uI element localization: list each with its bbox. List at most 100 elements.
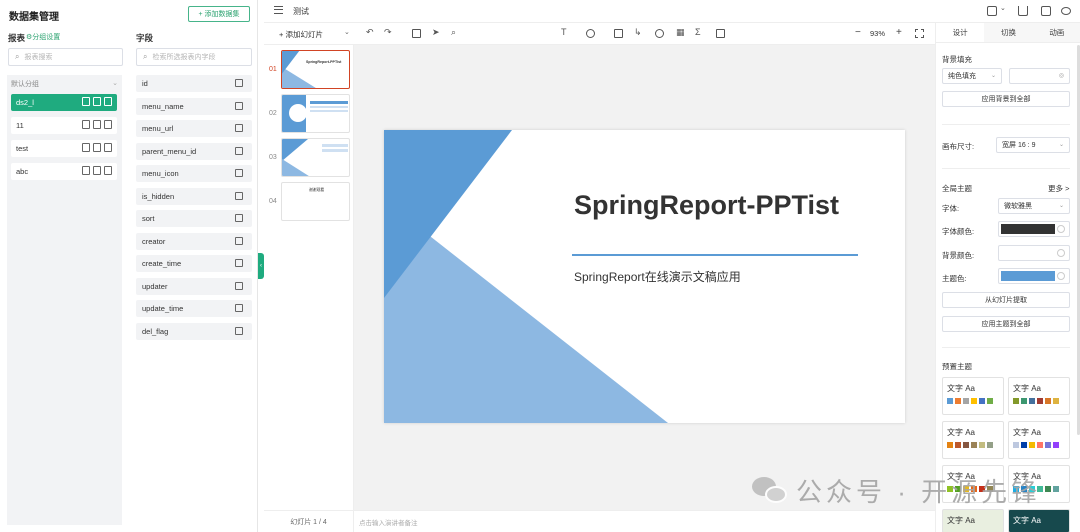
field-item[interactable]: del_flag bbox=[136, 322, 252, 340]
report-item[interactable]: 11 bbox=[11, 117, 117, 134]
formula-icon[interactable]: Σ bbox=[695, 27, 701, 37]
delete-icon[interactable] bbox=[104, 97, 112, 106]
tab-animation[interactable]: 动画 bbox=[1033, 23, 1080, 42]
edit-icon[interactable] bbox=[93, 143, 101, 152]
copy-icon[interactable] bbox=[235, 79, 243, 87]
preset-theme-card[interactable]: 文字 Aa bbox=[1008, 509, 1070, 532]
copy-icon[interactable] bbox=[235, 169, 243, 177]
text-icon[interactable]: T bbox=[561, 27, 567, 37]
report-item[interactable]: ds2_l bbox=[11, 94, 117, 111]
field-item[interactable]: id bbox=[136, 75, 252, 92]
extract-theme-button[interactable]: 从幻灯片提取 bbox=[942, 292, 1070, 308]
zoom-out-button[interactable]: − bbox=[855, 27, 861, 38]
preset-theme-card[interactable]: 文字 Aa bbox=[1008, 377, 1070, 415]
slide-subtitle[interactable]: SpringReport在线演示文稿应用 bbox=[574, 268, 741, 285]
copy-icon[interactable] bbox=[82, 166, 90, 175]
shape-icon[interactable] bbox=[586, 29, 595, 38]
more-themes-link[interactable]: 更多 > bbox=[1048, 183, 1069, 194]
field-item[interactable]: update_time bbox=[136, 300, 252, 317]
chart-icon[interactable] bbox=[655, 29, 664, 38]
delete-icon[interactable] bbox=[104, 166, 112, 175]
slide-thumbnail[interactable]: SpringReport-PPTist bbox=[281, 50, 350, 89]
slide-canvas[interactable]: SpringReport-PPTist SpringReport在线演示文稿应用 bbox=[384, 130, 905, 423]
download-icon[interactable] bbox=[1018, 6, 1028, 16]
comment-icon[interactable] bbox=[412, 29, 421, 38]
edit-icon[interactable] bbox=[93, 166, 101, 175]
field-search-input[interactable]: ⌕ 检索所选报表内字段 bbox=[136, 48, 252, 66]
copy-icon[interactable] bbox=[82, 143, 90, 152]
select-icon[interactable]: ➤ bbox=[432, 27, 440, 38]
chevron-down-icon[interactable]: ⌄ bbox=[1000, 4, 1006, 12]
save-icon[interactable] bbox=[1041, 6, 1051, 16]
redo-icon[interactable]: ↷ bbox=[384, 27, 392, 38]
tab-transition[interactable]: 切换 bbox=[984, 23, 1032, 42]
copy-icon[interactable] bbox=[235, 259, 243, 267]
apply-theme-all-button[interactable]: 应用主题到全部 bbox=[942, 316, 1070, 332]
zoom-in-button[interactable]: + bbox=[896, 27, 902, 38]
preview-icon[interactable] bbox=[1061, 7, 1071, 15]
preset-theme-card[interactable]: 文字 Aa bbox=[942, 377, 1004, 415]
copy-icon[interactable] bbox=[235, 146, 243, 155]
bg-color-swatch[interactable] bbox=[998, 245, 1070, 261]
copy-icon[interactable] bbox=[235, 236, 243, 245]
add-dataset-button[interactable]: + 添加数据集 bbox=[188, 6, 250, 22]
chevron-down-icon[interactable]: ⌄ bbox=[112, 79, 118, 87]
field-item[interactable]: sort bbox=[136, 210, 252, 227]
preset-theme-card[interactable]: 文字 Aa bbox=[942, 509, 1004, 532]
tab-design[interactable]: 设计 bbox=[936, 23, 985, 42]
edit-icon[interactable] bbox=[93, 97, 101, 106]
media-icon[interactable] bbox=[716, 29, 725, 38]
field-item[interactable]: menu_url bbox=[136, 120, 252, 137]
speaker-notes-input[interactable]: 点击输入演讲者备注 bbox=[354, 510, 935, 532]
apply-bg-all-button[interactable]: 应用背景到全部 bbox=[942, 91, 1070, 107]
font-select[interactable]: 微软雅黑 ⌄ bbox=[998, 198, 1070, 214]
copy-icon[interactable] bbox=[235, 191, 243, 200]
slide-thumbnail[interactable] bbox=[281, 138, 350, 177]
fit-screen-icon[interactable] bbox=[915, 29, 924, 38]
fill-type-select[interactable]: 纯色填充 ⌄ bbox=[942, 68, 1002, 84]
copy-icon[interactable] bbox=[82, 97, 90, 106]
undo-icon[interactable]: ↶ bbox=[366, 27, 374, 38]
chevron-down-icon[interactable]: ⌄ bbox=[344, 28, 350, 36]
copy-icon[interactable] bbox=[235, 326, 243, 335]
copy-icon[interactable] bbox=[235, 281, 243, 290]
field-item[interactable]: parent_menu_id bbox=[136, 142, 252, 160]
menu-icon[interactable] bbox=[274, 6, 283, 14]
canvas-size-select[interactable]: 宽屏 16 : 9 ⌄ bbox=[996, 137, 1070, 153]
field-item[interactable]: menu_icon bbox=[136, 165, 252, 182]
line-icon[interactable]: ↳ bbox=[634, 27, 642, 38]
field-item[interactable]: creator bbox=[136, 232, 252, 250]
copy-icon[interactable] bbox=[235, 304, 243, 312]
field-item[interactable]: create_time bbox=[136, 255, 252, 272]
search-icon[interactable]: ⌕ bbox=[451, 27, 456, 38]
preset-theme-card[interactable]: 文字 Aa bbox=[1008, 421, 1070, 459]
delete-icon[interactable] bbox=[104, 120, 112, 129]
delete-icon[interactable] bbox=[104, 143, 112, 152]
copy-icon[interactable] bbox=[235, 214, 243, 222]
document-title[interactable]: 测试 bbox=[293, 6, 309, 17]
report-search-input[interactable]: ⌕ 报表搜索 bbox=[8, 48, 123, 66]
theme-color-picker[interactable] bbox=[998, 268, 1070, 284]
copy-icon[interactable] bbox=[82, 120, 90, 129]
field-item[interactable]: menu_name bbox=[136, 97, 252, 115]
slide-thumbnail[interactable] bbox=[281, 94, 350, 133]
table-icon[interactable]: ▦ bbox=[676, 27, 685, 38]
copy-icon[interactable] bbox=[235, 124, 243, 132]
image-icon[interactable] bbox=[614, 29, 623, 38]
group-header[interactable]: 默认分组 ⌄ bbox=[11, 79, 118, 89]
copy-icon[interactable] bbox=[235, 101, 243, 110]
slide-divider-line[interactable] bbox=[572, 254, 858, 256]
zoom-level[interactable]: 93% bbox=[870, 29, 885, 38]
add-slide-button[interactable]: + 添加幻灯片 bbox=[279, 29, 323, 40]
bg-color-picker[interactable]: ◎ bbox=[1009, 68, 1070, 84]
tab-reports[interactable]: 报表 bbox=[8, 32, 25, 44]
slide-thumbnail[interactable]: 谢谢观看 bbox=[281, 182, 350, 221]
preset-theme-card[interactable]: 文字 Aa bbox=[942, 421, 1004, 459]
present-icon[interactable] bbox=[987, 6, 997, 16]
group-settings-link[interactable]: ⚙分组设置 bbox=[26, 32, 60, 42]
slide-title[interactable]: SpringReport-PPTist bbox=[574, 190, 839, 221]
field-item[interactable]: updater bbox=[136, 277, 252, 295]
font-color-picker[interactable] bbox=[998, 221, 1070, 237]
edit-icon[interactable] bbox=[93, 120, 101, 129]
report-item[interactable]: abc bbox=[11, 163, 117, 180]
